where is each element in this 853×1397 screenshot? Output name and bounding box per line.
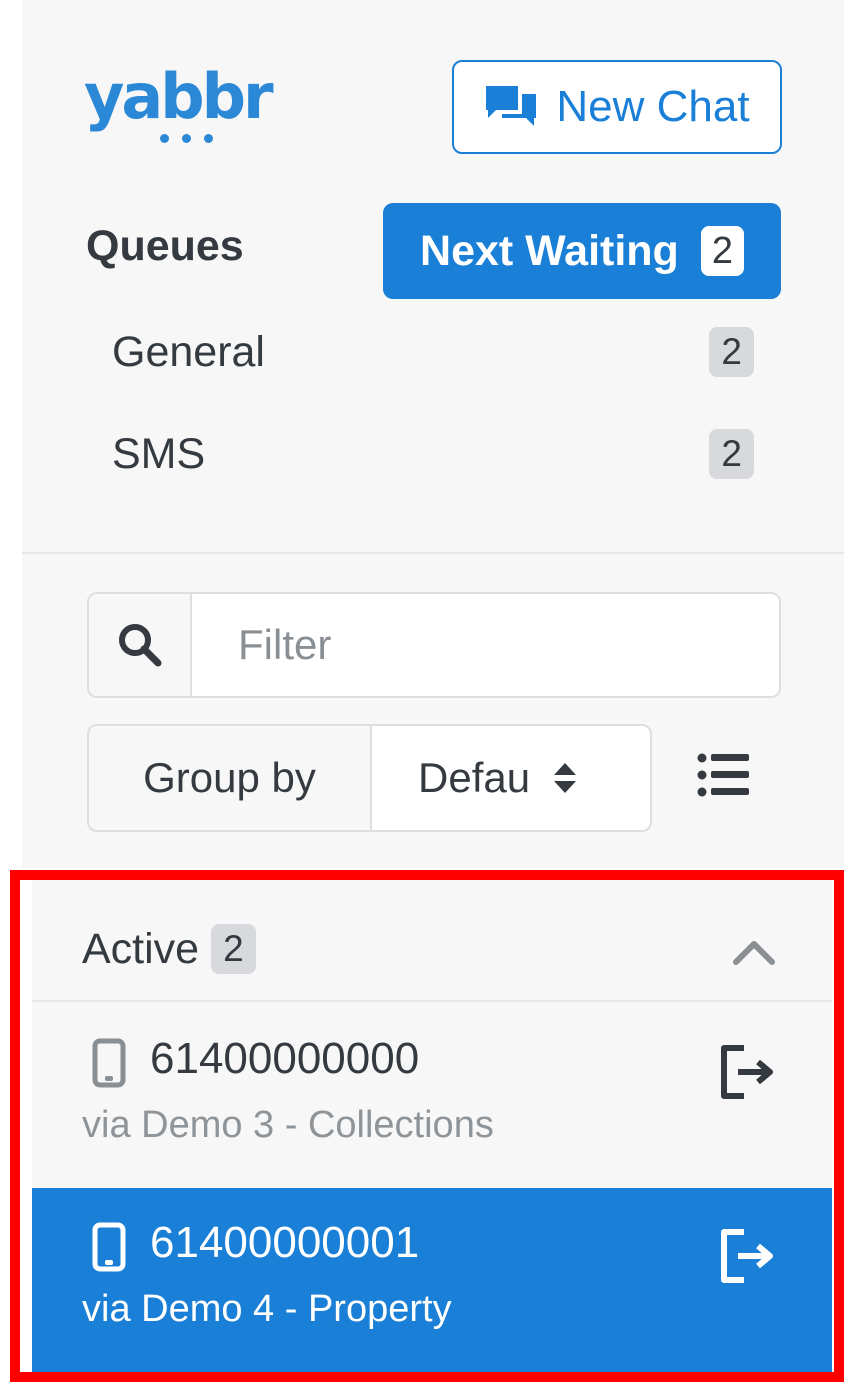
queue-item-label: General bbox=[112, 327, 265, 376]
active-section-header[interactable]: Active 2 bbox=[32, 880, 832, 1002]
group-by-selected-value: Defau bbox=[418, 754, 531, 801]
queue-item-sms[interactable]: SMS 2 bbox=[112, 424, 754, 484]
new-chat-label: New Chat bbox=[556, 82, 750, 131]
leave-chat-icon[interactable] bbox=[716, 1226, 778, 1286]
chat-bubbles-icon bbox=[486, 86, 537, 126]
next-waiting-label: Next Waiting bbox=[420, 226, 679, 275]
filter-search-addon bbox=[89, 594, 192, 696]
section-divider bbox=[22, 552, 844, 554]
active-count-badge: 2 bbox=[211, 924, 256, 974]
active-title: Active bbox=[82, 924, 200, 973]
chat-list-item[interactable]: 61400000000 via Demo 3 - Collections bbox=[32, 1004, 832, 1188]
active-chats-section: Active 2 61400000000 via Demo 3 - Collec… bbox=[10, 870, 844, 1382]
filter-input[interactable] bbox=[192, 594, 779, 696]
sort-updown-icon bbox=[554, 763, 577, 793]
chat-phone-number: 61400000000 bbox=[150, 1034, 420, 1083]
mobile-phone-icon bbox=[92, 1038, 126, 1088]
queue-item-label: SMS bbox=[112, 429, 206, 478]
leave-chat-icon[interactable] bbox=[716, 1042, 778, 1102]
group-by-select[interactable]: Defau bbox=[372, 726, 650, 830]
next-waiting-button[interactable]: Next Waiting 2 bbox=[383, 203, 781, 299]
logo-text: yabbr bbox=[84, 60, 274, 133]
chat-via-label: via Demo 3 - Collections bbox=[82, 1104, 494, 1146]
active-title-wrap: Active 2 bbox=[82, 924, 256, 974]
chat-via-label: via Demo 4 - Property bbox=[82, 1288, 452, 1330]
active-chats-list: Active 2 61400000000 via Demo 3 - Collec… bbox=[32, 880, 832, 1372]
search-icon bbox=[118, 624, 161, 667]
queue-count-badge: 2 bbox=[709, 429, 754, 479]
logo-dots bbox=[160, 130, 226, 148]
chevron-up-icon[interactable] bbox=[732, 936, 776, 966]
yabbr-logo: yabbr bbox=[84, 66, 284, 146]
list-view-icon[interactable] bbox=[697, 752, 751, 798]
queue-count-badge: 2 bbox=[709, 327, 754, 377]
queue-item-general[interactable]: General 2 bbox=[112, 322, 754, 382]
next-waiting-count-badge: 2 bbox=[700, 226, 744, 276]
chat-phone-number: 61400000001 bbox=[150, 1218, 420, 1267]
new-chat-button[interactable]: New Chat bbox=[452, 60, 782, 154]
group-by-label: Group by bbox=[89, 726, 372, 830]
mobile-phone-icon bbox=[92, 1222, 126, 1272]
filter-group bbox=[87, 592, 781, 698]
queues-title: Queues bbox=[86, 222, 244, 270]
chat-list-item-selected[interactable]: 61400000001 via Demo 4 - Property bbox=[32, 1188, 832, 1372]
group-by-control: Group by Defau bbox=[87, 724, 652, 832]
